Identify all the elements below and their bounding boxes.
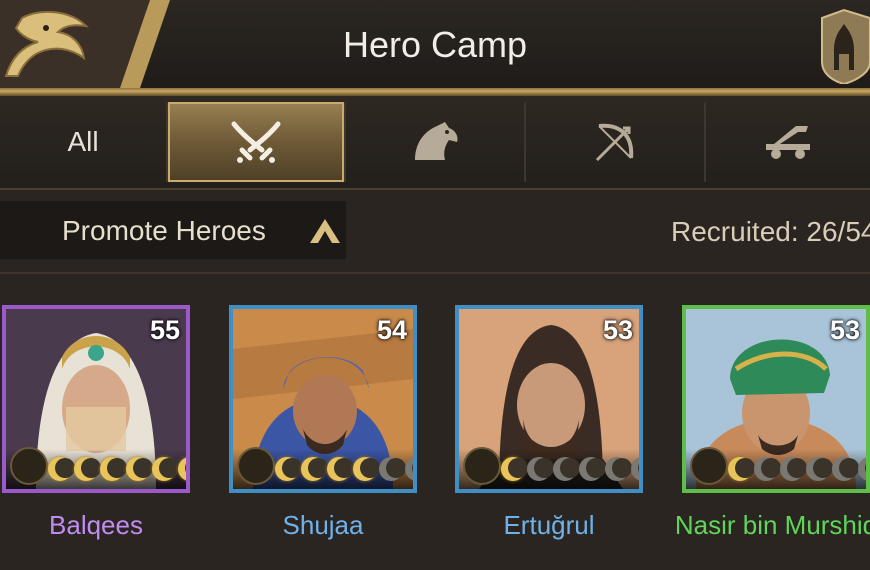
- infantry-badge-icon: [237, 447, 275, 485]
- divider: [0, 272, 870, 274]
- hero-level: 54: [376, 315, 407, 345]
- hero-card-nasir[interactable]: 53: [682, 305, 870, 493]
- star-rating: [501, 457, 639, 481]
- tab-archers[interactable]: [526, 102, 706, 182]
- star-bar: [6, 447, 186, 489]
- hero-level: 55: [149, 315, 180, 345]
- star-bar: [686, 447, 866, 489]
- hero-card-balqees[interactable]: 55: [2, 305, 190, 493]
- sort-arrow-icon: [310, 219, 340, 243]
- header-bar: Hero Camp: [0, 0, 870, 96]
- filled-star-icon: [74, 457, 101, 481]
- hero-card-ertugrul[interactable]: 53: [455, 305, 643, 493]
- star-rating: [728, 457, 866, 481]
- hero-name[interactable]: Nasir bin Murshid: [656, 510, 870, 541]
- header-divider: [0, 88, 870, 96]
- star-rating: [48, 457, 186, 481]
- filled-star-icon: [275, 457, 302, 481]
- star-bar: [459, 447, 639, 489]
- tab-cavalry[interactable]: [346, 102, 526, 182]
- recruited-count: Recruited: 26/54: [671, 216, 870, 247]
- category-tabs: All: [0, 96, 870, 190]
- filled-star-icon: [100, 457, 127, 481]
- empty-star-icon: [631, 457, 639, 481]
- filled-star-icon: [728, 457, 755, 481]
- hero-name[interactable]: Shujaa: [203, 510, 443, 541]
- filled-star-icon: [126, 457, 153, 481]
- tab-all-label: All: [67, 126, 99, 157]
- page-title: Hero Camp: [342, 24, 528, 65]
- filled-star-icon: [152, 457, 179, 481]
- filled-star-icon: [301, 457, 328, 481]
- infantry-badge-icon: [690, 447, 728, 485]
- empty-star-icon: [858, 457, 866, 481]
- empty-star-icon: [527, 457, 554, 481]
- tab-siege[interactable]: [706, 102, 870, 182]
- empty-star-icon: [379, 457, 406, 481]
- empty-star-icon: [832, 457, 859, 481]
- empty-star-icon: [405, 457, 413, 481]
- crossed-swords-icon: [231, 121, 281, 163]
- hero-card-shujaa[interactable]: 54: [229, 305, 417, 493]
- hero-level: 53: [602, 315, 633, 345]
- star-bar: [233, 447, 413, 489]
- empty-star-icon: [553, 457, 580, 481]
- filled-star-icon: [501, 457, 528, 481]
- empty-star-icon: [754, 457, 781, 481]
- hero-name[interactable]: Ertuğrul: [429, 510, 669, 541]
- catapult-icon: [766, 126, 810, 159]
- empty-star-icon: [605, 457, 632, 481]
- empty-star-icon: [780, 457, 807, 481]
- sort-dropdown[interactable]: Promote Heroes: [0, 201, 346, 259]
- empty-star-icon: [806, 457, 833, 481]
- filled-star-icon: [327, 457, 354, 481]
- hero-level: 53: [829, 315, 860, 345]
- filled-star-icon: [353, 457, 380, 481]
- tab-all[interactable]: All: [0, 102, 168, 182]
- infantry-badge-icon: [463, 447, 501, 485]
- filled-star-icon: [178, 457, 186, 481]
- hero-name[interactable]: Balqees: [0, 510, 216, 541]
- tab-infantry[interactable]: [168, 102, 346, 182]
- shield-icon[interactable]: [818, 6, 870, 86]
- sort-label: Promote Heroes: [62, 215, 266, 246]
- filled-star-icon: [48, 457, 75, 481]
- star-rating: [275, 457, 413, 481]
- bow-icon: [595, 123, 634, 162]
- infantry-badge-icon: [10, 447, 48, 485]
- horse-icon: [415, 122, 458, 160]
- empty-star-icon: [579, 457, 606, 481]
